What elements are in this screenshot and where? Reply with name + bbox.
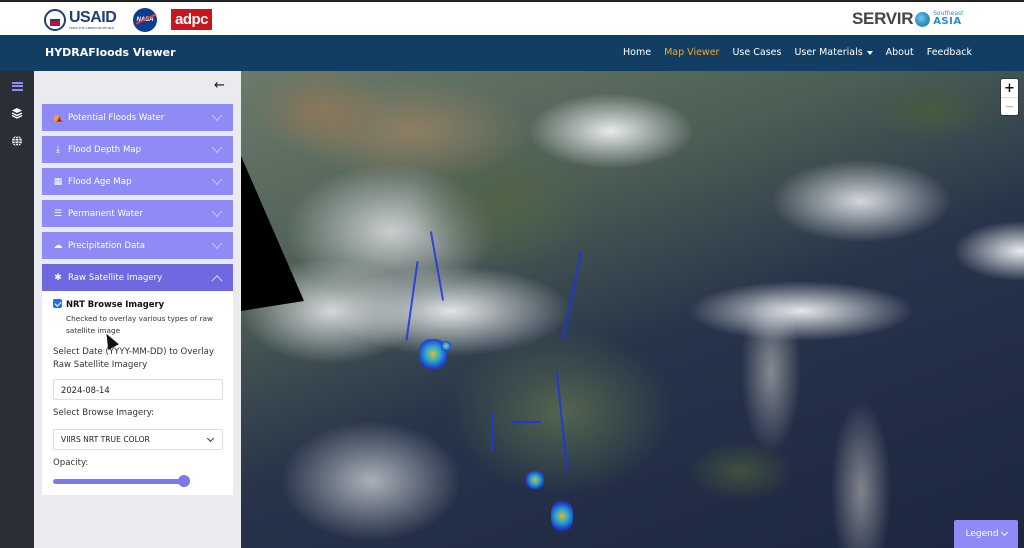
usaid-logo[interactable]: USAID FROM THE AMERICAN PEOPLE	[44, 8, 117, 32]
flood-river	[491, 411, 493, 451]
servir-wordmark: SERVIR	[852, 9, 914, 28]
nav-links: Home Map Viewer Use Cases User Materials…	[610, 47, 972, 58]
accordion-permanent-water[interactable]: ☰ Permanent Water	[42, 200, 233, 227]
layer-panel: ← ⛺ Potential Floods Water ⤓ Flood Depth…	[34, 71, 241, 548]
adpc-wordmark: adpc	[174, 11, 209, 28]
zoom-out-button[interactable]: −	[1001, 97, 1018, 114]
map-canvas[interactable]: + − Legend	[241, 71, 1024, 548]
zoom-in-button[interactable]: +	[1001, 79, 1018, 97]
nav-home[interactable]: Home	[623, 47, 651, 58]
chevron-down-icon	[211, 205, 223, 217]
imagery-select[interactable]: VIIRS NRT TRUE COLOR	[53, 429, 223, 450]
accordion-label: Flood Depth Map	[68, 144, 142, 155]
logo-bar: USAID FROM THE AMERICAN PEOPLE NASA adpc…	[0, 0, 1024, 35]
usaid-seal-icon	[44, 9, 66, 31]
nav-about[interactable]: About	[886, 47, 914, 58]
imagery-select-value: VIIRS NRT TRUE COLOR	[61, 435, 150, 444]
nav-map-viewer[interactable]: Map Viewer	[664, 47, 719, 58]
accordion-label: Potential Floods Water	[68, 112, 165, 123]
opacity-slider[interactable]	[53, 475, 190, 487]
flood-river	[511, 421, 541, 423]
legend-button[interactable]: Legend	[954, 520, 1018, 548]
flood-river	[429, 231, 445, 301]
app-brand[interactable]: HYDRAFloods Viewer	[45, 46, 176, 59]
depth-icon: ⤓	[56, 144, 60, 155]
chevron-down-icon	[1000, 528, 1008, 537]
nrt-browse-imagery-label[interactable]: NRT Browse Imagery	[66, 299, 164, 309]
cloud-rain-icon: ☁	[53, 240, 63, 251]
accordion-flood-depth-map[interactable]: ⤓ Flood Depth Map	[42, 136, 233, 163]
opacity-slider-thumb[interactable]	[178, 475, 190, 487]
icon-rail	[0, 71, 34, 548]
accordion-label: Flood Age Map	[68, 176, 132, 187]
date-field-label: Select Date (YYYY-MM-DD) to Overlay Raw …	[53, 347, 214, 370]
layers-button[interactable]	[8, 104, 26, 122]
calendar-icon: ▦	[53, 176, 63, 187]
globe-icon	[915, 11, 931, 27]
flood-river	[555, 371, 569, 471]
accordion-raw-satellite-imagery[interactable]: ✱ Raw Satellite Imagery	[42, 264, 233, 291]
flood-patch	[551, 501, 573, 531]
accordion-label: Raw Satellite Imagery	[68, 272, 163, 283]
chevron-up-icon	[211, 274, 223, 286]
flood-river	[405, 261, 419, 341]
layers-icon	[11, 108, 23, 119]
nrt-browse-imagery-help: Checked to overlay various types of raw …	[66, 314, 213, 335]
flood-patch	[441, 341, 451, 351]
servir-region: ASIA	[933, 16, 962, 27]
nav-use-cases[interactable]: Use Cases	[732, 47, 781, 58]
nav-user-materials[interactable]: User Materials	[794, 47, 873, 58]
no-data-region	[241, 156, 304, 311]
opacity-label: Opacity:	[53, 458, 89, 468]
accordion-flood-age-map[interactable]: ▦ Flood Age Map	[42, 168, 233, 195]
chevron-down-icon	[211, 237, 223, 249]
opacity-slider-track[interactable]	[53, 479, 184, 484]
flood-patch	[526, 471, 544, 489]
usaid-wordmark: USAID	[69, 9, 117, 26]
zoom-control: + −	[1001, 79, 1018, 115]
menu-icon	[11, 81, 23, 91]
main-navbar: HYDRAFloods Viewer Home Map Viewer Use C…	[0, 35, 1024, 71]
usaid-tagline: FROM THE AMERICAN PEOPLE	[69, 26, 114, 30]
accordion-label: Precipitation Data	[68, 240, 145, 251]
imagery-select-label: Select Browse Imagery:	[53, 408, 155, 418]
menu-button[interactable]	[8, 77, 26, 95]
house-flood-icon: ⛺	[52, 112, 64, 123]
servir-logo[interactable]: SERVIR Southeast ASIA	[852, 9, 963, 29]
raw-satellite-imagery-body: NRT Browse Imagery Checked to overlay va…	[42, 291, 233, 495]
nrt-browse-imagery-checkbox[interactable]	[53, 299, 62, 308]
legend-label: Legend	[965, 529, 999, 539]
water-lines-icon: ☰	[53, 208, 63, 219]
nasa-logo[interactable]: NASA	[133, 8, 157, 32]
accordion-potential-floods-water[interactable]: ⛺ Potential Floods Water	[42, 104, 233, 131]
chevron-down-icon	[211, 173, 223, 185]
caret-down-icon	[866, 50, 873, 55]
accordion-precipitation-data[interactable]: ☁ Precipitation Data	[42, 232, 233, 259]
adpc-logo[interactable]: adpc	[171, 9, 212, 30]
globe-icon	[12, 135, 22, 147]
flood-river	[561, 251, 583, 341]
chevron-down-icon	[211, 141, 223, 153]
nav-feedback[interactable]: Feedback	[927, 47, 972, 58]
satellite-icon: ✱	[54, 272, 62, 283]
date-input[interactable]	[53, 379, 223, 400]
collapse-panel-icon[interactable]: ←	[214, 78, 225, 93]
basemap-button[interactable]	[8, 132, 26, 150]
chevron-down-icon	[211, 109, 223, 121]
nav-user-materials-label: User Materials	[794, 47, 863, 58]
nasa-wordmark: NASA	[136, 17, 154, 23]
chevron-down-icon	[206, 434, 215, 442]
accordion-label: Permanent Water	[68, 208, 143, 219]
